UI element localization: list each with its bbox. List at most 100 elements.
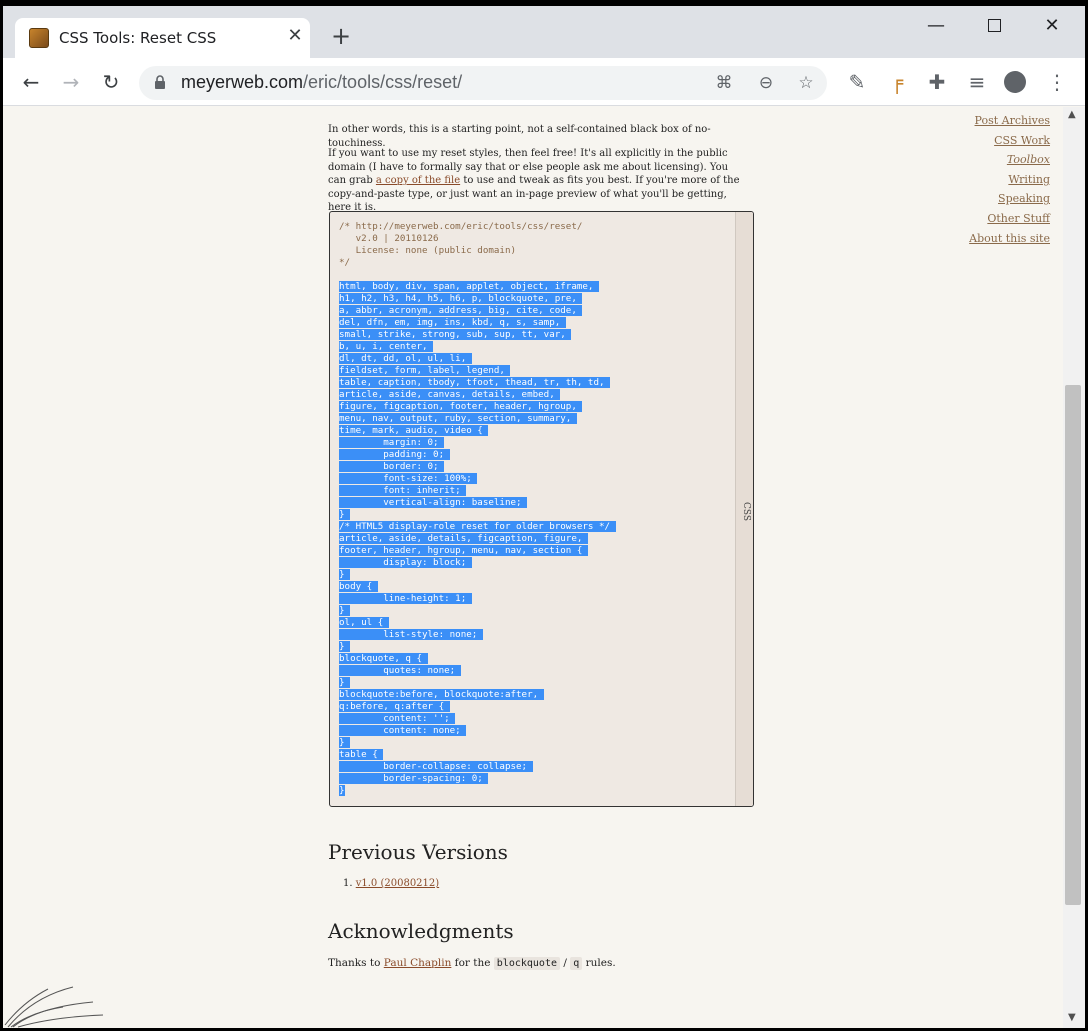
code-line: } (339, 605, 351, 616)
back-button[interactable]: ← (17, 68, 45, 96)
code-line: menu, nav, output, ruby, section, summar… (339, 413, 577, 424)
code-line: padding: 0; (339, 449, 450, 460)
tab-close-icon[interactable]: ✕ (283, 24, 307, 48)
tab-strip: CSS Tools: Reset CSS ✕ + — ✕ (3, 6, 1085, 58)
new-tab-button[interactable]: + (328, 23, 354, 49)
tab-title: CSS Tools: Reset CSS (59, 29, 217, 47)
zoom-icon[interactable]: ⊖ (753, 70, 779, 96)
code-line: font: inherit; (339, 485, 467, 496)
code-sidebar: CSS (735, 212, 753, 806)
code-line: q:before, q:after { (339, 701, 450, 712)
bookmark-star-icon[interactable]: ☆ (793, 70, 819, 96)
code-line: border: 0; (339, 461, 445, 472)
previous-version-item: 1. v1.0 (20080212) (343, 878, 440, 889)
maximize-icon (987, 19, 1001, 32)
blockquote-code: blockquote (493, 957, 560, 970)
q-code: q (570, 957, 583, 970)
code-line: h1, h2, h3, h4, h5, h6, p, blockquote, p… (339, 293, 583, 304)
code-line: small, strike, strong, sub, sup, tt, var… (339, 329, 572, 340)
code-line: fieldset, form, label, legend, (339, 365, 511, 376)
code-line: b, u, i, center, (339, 341, 434, 352)
code-line: } (339, 677, 351, 688)
code-line: html, body, div, span, applet, object, i… (339, 281, 599, 292)
previous-versions-heading: Previous Versions (328, 840, 508, 864)
browser-window: CSS Tools: Reset CSS ✕ + — ✕ ← → ↻ meyer… (3, 6, 1085, 1028)
code-block[interactable]: /* http://meyerweb.com/eric/tools/css/re… (339, 221, 616, 797)
paul-chaplin-link[interactable]: Paul Chaplin (384, 957, 452, 969)
decorative-grass (4, 986, 104, 1028)
code-line: dl, dt, dd, ol, ul, li, (339, 353, 472, 364)
code-header-comment: /* http://meyerweb.com/eric/tools/css/re… (339, 221, 583, 268)
code-line: vertical-align: baseline; (339, 497, 528, 508)
code-line: border-collapse: collapse; (339, 761, 533, 772)
code-line: time, mark, audio, video { (339, 425, 489, 436)
code-line: } (339, 785, 345, 796)
code-line: } (339, 569, 351, 580)
code-line: content: ''; (339, 713, 456, 724)
code-preview[interactable]: /* http://meyerweb.com/eric/tools/css/re… (329, 211, 754, 807)
window-close-button[interactable]: ✕ (1029, 12, 1075, 40)
puzzle-extensions-icon[interactable]: ✚ (923, 68, 951, 96)
scroll-thumb[interactable] (1065, 385, 1081, 905)
browser-menu-icon[interactable]: ⋮ (1043, 68, 1071, 96)
copy-of-file-link[interactable]: a copy of the file (376, 175, 460, 186)
forward-button[interactable]: → (57, 68, 85, 96)
code-line: article, aside, canvas, details, embed, (339, 389, 561, 400)
code-language-label: CSS (741, 502, 751, 522)
code-line: figure, figcaption, footer, header, hgro… (339, 401, 583, 412)
code-line: body { (339, 581, 378, 592)
reload-button[interactable]: ↻ (97, 68, 125, 96)
favicon-icon (29, 28, 49, 48)
address-bar[interactable]: meyerweb.com/eric/tools/css/reset/ ⌘ ⊖ ☆ (139, 66, 827, 100)
selected-code[interactable]: html, body, div, span, applet, object, i… (339, 281, 616, 796)
minimize-button[interactable]: — (913, 12, 959, 40)
lock-icon (155, 75, 165, 89)
code-line: blockquote, q { (339, 653, 428, 664)
code-line: line-height: 1; (339, 593, 472, 604)
code-line: } (339, 737, 351, 748)
page-scrollbar[interactable]: ▲ ▼ (1063, 107, 1085, 1028)
scroll-up-arrow[interactable]: ▲ (1068, 109, 1076, 120)
active-tab[interactable]: CSS Tools: Reset CSS ✕ (15, 18, 310, 58)
code-line: a, abbr, acronym, address, big, cite, co… (339, 305, 583, 316)
code-line: margin: 0; (339, 437, 445, 448)
code-line: table { (339, 749, 384, 760)
url-text[interactable]: meyerweb.com/eric/tools/css/reset/ (181, 72, 462, 93)
code-line: list-style: none; (339, 629, 483, 640)
nav-link-writing[interactable]: Writing (1008, 173, 1050, 186)
nav-link-about-this-site[interactable]: About this site (969, 232, 1050, 245)
nav-link-css-work[interactable]: CSS Work (994, 134, 1050, 147)
intro-paragraph: If you want to use my reset styles, then… (328, 148, 740, 213)
page-content: In other words, this is a starting point… (3, 107, 1063, 1028)
site-nav: Post Archives CSS Work Toolbox Writing Speak… (923, 111, 1050, 248)
translate-icon[interactable]: ⌘ (711, 70, 737, 96)
code-line: footer, header, hgroup, menu, nav, secti… (339, 545, 588, 556)
code-line: content: none; (339, 725, 467, 736)
maximize-button[interactable] (971, 12, 1017, 40)
code-line: /* HTML5 display-role reset for older br… (339, 521, 616, 532)
code-line: blockquote:before, blockquote:after, (339, 689, 544, 700)
acknowledgments-heading: Acknowledgments (328, 919, 514, 943)
code-line: border-spacing: 0; (339, 773, 489, 784)
code-line: font-size: 100%; (339, 473, 478, 484)
code-line: article, aside, details, figcaption, fig… (339, 533, 588, 544)
browser-toolbar: ← → ↻ meyerweb.com/eric/tools/css/reset/… (3, 58, 1085, 106)
scroll-down-arrow[interactable]: ▼ (1068, 1012, 1076, 1023)
acknowledgments-text: Thanks to Paul Chaplin for the blockquot… (328, 957, 616, 970)
media-control-icon[interactable]: ≡ (963, 68, 991, 96)
nav-link-toolbox[interactable]: Toolbox (1007, 153, 1050, 166)
nav-link-post-archives[interactable]: Post Archives (975, 114, 1050, 127)
eyedropper-extension-icon[interactable]: ✎ (843, 68, 871, 96)
code-line: } (339, 509, 351, 520)
code-line: display: block; (339, 557, 472, 568)
code-line: table, caption, tbody, tfoot, thead, tr,… (339, 377, 611, 388)
profile-avatar-icon[interactable] (1001, 68, 1029, 96)
nav-link-other-stuff[interactable]: Other Stuff (987, 212, 1050, 225)
extension-icon[interactable]: ╒ (883, 68, 911, 96)
code-line: } (339, 641, 351, 652)
version-link[interactable]: v1.0 (20080212) (356, 878, 439, 889)
code-line: del, dfn, em, img, ins, kbd, q, s, samp, (339, 317, 566, 328)
code-line: ol, ul { (339, 617, 389, 628)
nav-link-speaking[interactable]: Speaking (998, 192, 1050, 205)
code-line: quotes: none; (339, 665, 461, 676)
